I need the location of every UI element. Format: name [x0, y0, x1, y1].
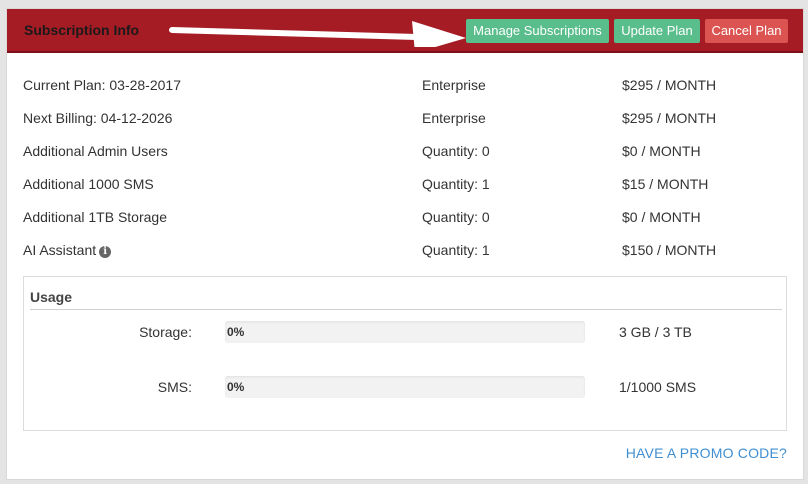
usage-storage-value: 3 GB / 3 TB [619, 324, 692, 340]
plan-row-name: AI Assistant [23, 242, 97, 258]
usage-sms-value: 1/1000 SMS [619, 379, 697, 395]
plan-row-price: $0 / MONTH [622, 143, 701, 159]
plan-row-name: Additional 1000 SMS [23, 176, 154, 192]
update-plan-button[interactable]: Update Plan [614, 19, 700, 43]
progress-percent: 0% [227, 380, 245, 394]
plan-row-detail: Quantity: 0 [422, 143, 490, 159]
plan-row-detail: Quantity: 1 [422, 176, 490, 192]
usage-storage-label: Storage: [139, 324, 192, 340]
plan-row-name: Current Plan: 03-28-2017 [23, 77, 181, 93]
cancel-plan-button[interactable]: Cancel Plan [705, 19, 788, 43]
usage-divider [30, 309, 782, 310]
plan-row-next-billing: Next Billing: 04-12-2026 Enterprise $295… [23, 110, 793, 130]
plan-row-current: Current Plan: 03-28-2017 Enterprise $295… [23, 77, 793, 97]
plan-row-name: Next Billing: 04-12-2026 [23, 110, 173, 126]
plan-row-detail: Enterprise [422, 110, 486, 126]
arrow-right-icon [169, 21, 466, 47]
plan-row-detail: Enterprise [422, 77, 486, 93]
usage-sms-progress: 0% [225, 376, 585, 398]
panel-header: Subscription Info Manage Subscriptions U… [7, 9, 803, 53]
plan-row-ai-assistant: AI Assistant i Quantity: 1 $150 / MONTH [23, 242, 793, 262]
plan-row-name: Additional Admin Users [23, 143, 168, 159]
plan-row-price: $0 / MONTH [622, 209, 701, 225]
plan-row-name-wrap: AI Assistant i [23, 242, 112, 258]
subscription-panel: Subscription Info Manage Subscriptions U… [6, 8, 804, 480]
info-circle-icon[interactable]: i [99, 246, 112, 258]
manage-subscriptions-button[interactable]: Manage Subscriptions [466, 19, 609, 43]
promo-code-link[interactable]: HAVE A PROMO CODE? [626, 445, 787, 461]
usage-section: Usage Storage: 0% 3 GB / 3 TB SMS: 0% 1/… [23, 276, 787, 431]
plan-row-detail: Quantity: 1 [422, 242, 490, 258]
plan-row-detail: Quantity: 0 [422, 209, 490, 225]
usage-storage-progress: 0% [225, 321, 585, 343]
plan-row-storage: Additional 1TB Storage Quantity: 0 $0 / … [23, 209, 793, 229]
arrow-head [412, 21, 466, 47]
usage-sms-label: SMS: [157, 379, 192, 395]
usage-title: Usage [30, 289, 73, 305]
plan-row-sms: Additional 1000 SMS Quantity: 1 $15 / MO… [23, 176, 793, 196]
plan-row-price: $295 / MONTH [622, 77, 717, 93]
plan-row-admin-users: Additional Admin Users Quantity: 0 $0 / … [23, 143, 793, 163]
plan-row-name: Additional 1TB Storage [23, 209, 167, 225]
plan-row-price: $295 / MONTH [622, 110, 717, 126]
plan-row-price: $150 / MONTH [622, 242, 717, 258]
arrow-shaft [169, 27, 420, 40]
progress-percent: 0% [227, 325, 245, 339]
plan-row-price: $15 / MONTH [622, 176, 709, 192]
panel-title: Subscription Info [24, 22, 140, 38]
